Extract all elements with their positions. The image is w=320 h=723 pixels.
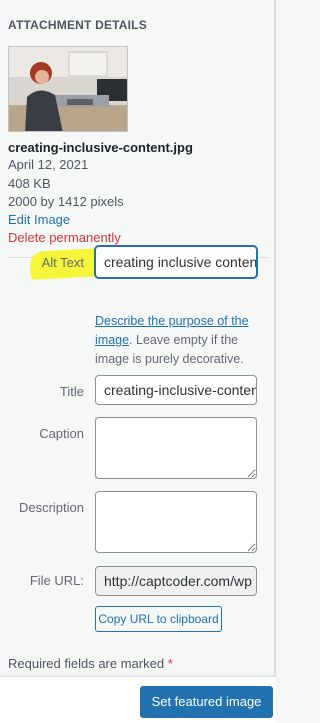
description-label: Description: [18, 500, 84, 515]
set-featured-image-button[interactable]: Set featured image: [140, 686, 273, 718]
photo-image: [9, 47, 127, 131]
file-url-input[interactable]: http://captcoder.com/wp: [95, 566, 257, 596]
caption-label: Caption: [39, 426, 84, 441]
delete-permanently-link[interactable]: Delete permanently: [8, 230, 121, 245]
required-fields-note: Required fields are marked *: [8, 656, 173, 671]
alt-text-help: Describe the purpose of the image. Leave…: [95, 312, 255, 369]
title-label: Title: [59, 384, 84, 399]
edit-image-link[interactable]: Edit Image: [8, 212, 70, 227]
alt-text-label: Alt Text: [41, 255, 84, 270]
description-textarea[interactable]: [95, 491, 257, 553]
alt-text-input[interactable]: creating inclusive content: [95, 246, 257, 278]
attachment-details-heading: ATTACHMENT DETAILS: [8, 18, 147, 32]
image-dimensions: 2000 by 1412 pixels: [8, 194, 124, 209]
title-input[interactable]: creating-inclusive-content: [95, 375, 257, 405]
attachment-thumbnail[interactable]: [8, 46, 128, 132]
attachment-details-panel: ATTACHMENT DETAILS creating-inclusive-co…: [0, 0, 276, 676]
upload-date: April 12, 2021: [8, 157, 89, 172]
file-name: creating-inclusive-content.jpg: [8, 140, 193, 155]
file-size: 408 KB: [8, 176, 51, 191]
media-modal-toolbar: Set featured image: [0, 676, 276, 723]
required-fields-text: Required fields are marked: [8, 656, 165, 671]
caption-textarea[interactable]: [95, 417, 257, 479]
required-star: *: [167, 656, 173, 671]
file-url-label: File URL:: [29, 573, 84, 588]
copy-url-button[interactable]: Copy URL to clipboard: [95, 606, 222, 632]
panel-border: [274, 0, 276, 676]
